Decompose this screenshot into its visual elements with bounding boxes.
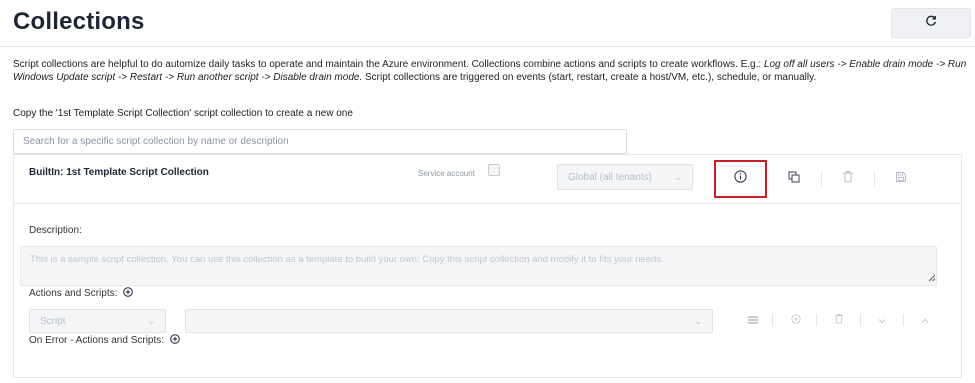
panel-header-divider bbox=[14, 203, 961, 204]
save-button[interactable] bbox=[891, 169, 911, 189]
page-title: Collections bbox=[13, 8, 145, 35]
chevron-down-icon: ⌄ bbox=[694, 315, 702, 326]
refresh-icon bbox=[925, 14, 937, 32]
service-account-checkbox[interactable] bbox=[488, 164, 500, 176]
resize-handle-icon[interactable] bbox=[928, 274, 936, 285]
chevron-down-icon: ⌄ bbox=[147, 315, 155, 326]
copy-hint: Copy the '1st Template Script Collection… bbox=[13, 108, 353, 119]
service-account-label: Service account bbox=[418, 169, 475, 178]
description-value: This is a sample script collection. You … bbox=[30, 254, 664, 265]
scope-value: Global (all tenants) bbox=[568, 171, 652, 183]
row-separator bbox=[860, 314, 861, 326]
scope-select[interactable]: Global (all tenants) ⌄ bbox=[557, 164, 693, 190]
intro-text: Script collections are helpful to do aut… bbox=[13, 58, 968, 84]
add-on-error-icon[interactable] bbox=[170, 334, 180, 344]
intro-part2: Script collections are triggered on even… bbox=[362, 72, 817, 83]
row-separator bbox=[772, 314, 773, 326]
on-error-label: On Error - Actions and Scripts: bbox=[29, 334, 180, 346]
toolbar-separator bbox=[874, 172, 875, 186]
actions-label: Actions and Scripts: bbox=[29, 287, 133, 299]
info-button-highlighted[interactable] bbox=[714, 160, 767, 198]
delete-button[interactable] bbox=[838, 169, 858, 189]
move-down-button[interactable] bbox=[874, 312, 890, 328]
add-circle-icon bbox=[791, 311, 801, 329]
copy-icon bbox=[788, 170, 800, 188]
collection-name: BuiltIn: 1st Template Script Collection bbox=[29, 167, 209, 178]
delete-row-button[interactable] bbox=[831, 312, 847, 328]
chevron-up-icon bbox=[921, 311, 929, 329]
row-separator bbox=[816, 314, 817, 326]
move-up-button[interactable] bbox=[917, 312, 933, 328]
add-action-icon[interactable] bbox=[123, 287, 133, 297]
chevron-down-icon bbox=[878, 311, 886, 329]
reorder-button[interactable] bbox=[745, 312, 761, 328]
description-field[interactable]: This is a sample script collection. You … bbox=[20, 246, 937, 286]
description-label: Description: bbox=[29, 225, 82, 236]
info-icon bbox=[734, 170, 747, 188]
intro-part1: Script collections are helpful to do aut… bbox=[13, 59, 764, 70]
action-script-select[interactable]: ⌄ bbox=[185, 309, 713, 333]
refresh-button[interactable] bbox=[891, 8, 971, 38]
action-type-select[interactable]: Script ⌄ bbox=[29, 309, 166, 333]
add-row-button[interactable] bbox=[788, 312, 804, 328]
trash-icon bbox=[842, 170, 854, 188]
menu-icon bbox=[748, 311, 758, 329]
search-input[interactable] bbox=[13, 129, 627, 154]
toolbar-separator bbox=[821, 172, 822, 186]
trash-icon bbox=[834, 311, 844, 329]
action-type-value: Script bbox=[40, 315, 66, 327]
row-separator bbox=[903, 314, 904, 326]
copy-button[interactable] bbox=[784, 169, 804, 189]
chevron-down-icon: ⌄ bbox=[674, 171, 682, 182]
save-icon bbox=[895, 170, 907, 188]
header-divider bbox=[0, 46, 975, 47]
